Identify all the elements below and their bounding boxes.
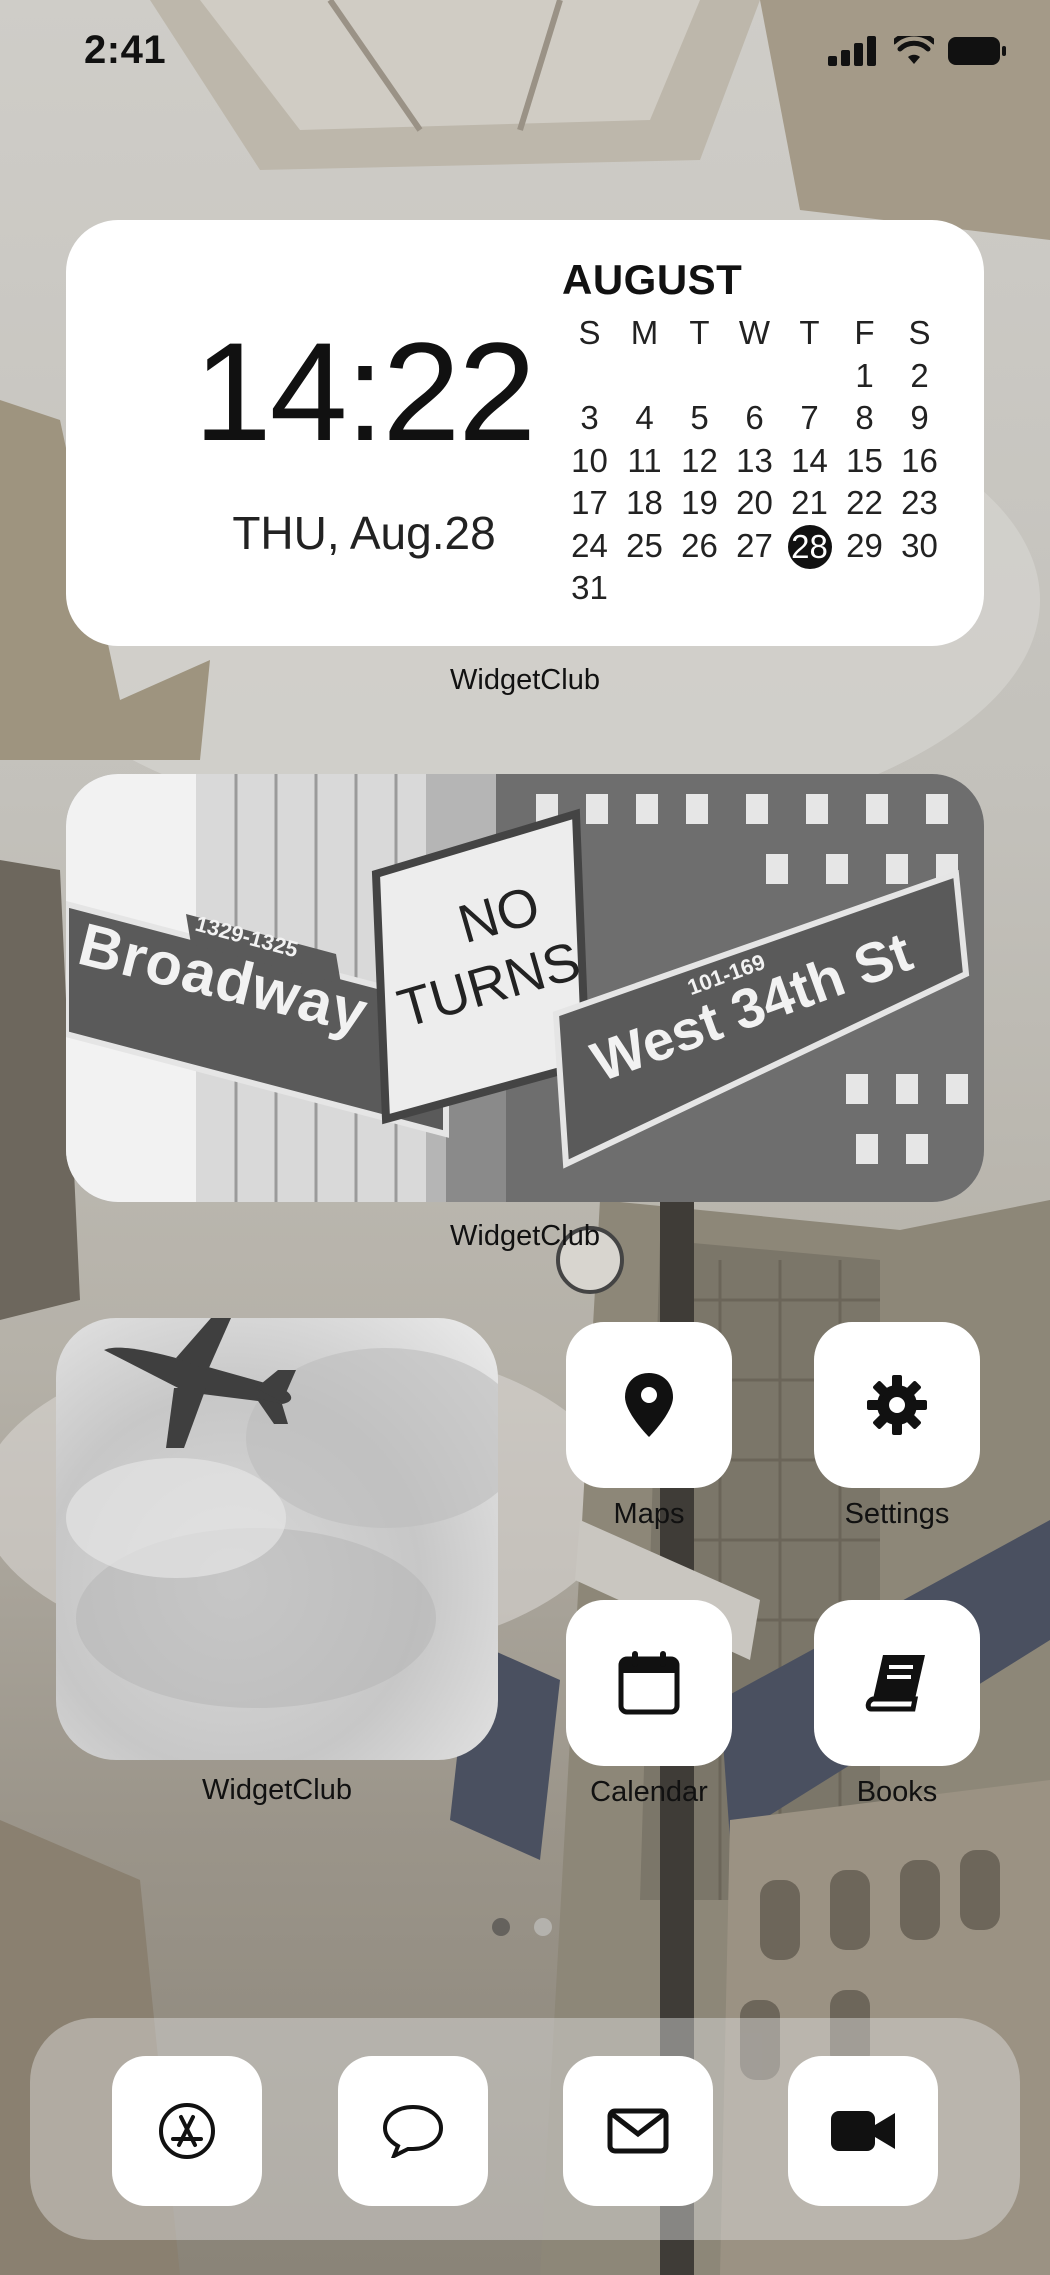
page-indicator[interactable]	[492, 1918, 552, 1936]
page-dot-active[interactable]	[492, 1918, 510, 1936]
settings-app[interactable]: Settings	[814, 1322, 980, 1531]
gear-icon	[867, 1375, 927, 1435]
calendar-weekday: M	[630, 314, 659, 352]
calendar-day[interactable]: 6	[727, 397, 782, 440]
video-camera-icon	[831, 2111, 895, 2151]
calendar-blank	[727, 355, 782, 398]
calendar-month: AUGUST	[562, 256, 743, 303]
calendar-day[interactable]: 24	[562, 525, 617, 568]
calendar-day[interactable]: 7	[782, 397, 837, 440]
calendar-day[interactable]: 25	[617, 525, 672, 568]
calendar-day[interactable]: 2	[892, 355, 947, 398]
calendar-day[interactable]: 12	[672, 440, 727, 483]
maps-app-label: Maps	[613, 1498, 685, 1530]
airplane-sky-widget[interactable]	[56, 1318, 498, 1760]
calendar-day[interactable]: 29	[837, 525, 892, 568]
maps-app-tile[interactable]	[566, 1322, 732, 1488]
calendar-day[interactable]: 23	[892, 482, 947, 525]
calendar-day[interactable]: 3	[562, 397, 617, 440]
calendar-today[interactable]: 28	[787, 524, 832, 569]
calendar-day[interactable]: 8	[837, 397, 892, 440]
message-bubble-icon	[382, 2104, 444, 2158]
clock-date: THU, Aug.28	[232, 507, 496, 559]
calendar-day[interactable]: 1	[837, 355, 892, 398]
books-app[interactable]: Books	[814, 1600, 980, 1809]
sky-widget-label: WidgetClub	[202, 1774, 352, 1806]
calendar-day[interactable]: 30	[892, 525, 947, 568]
cellular-signal-icon	[828, 36, 876, 66]
calendar-day[interactable]: 5	[672, 397, 727, 440]
clock-widget-label: WidgetClub	[450, 664, 600, 696]
calendar-day[interactable]: 19	[672, 482, 727, 525]
settings-app-label: Settings	[844, 1498, 950, 1530]
battery-icon	[948, 37, 1006, 65]
status-bar-icons	[828, 36, 1006, 66]
calendar-weekday: S	[578, 314, 601, 352]
maps-app[interactable]: Maps	[566, 1322, 732, 1531]
calendar-day[interactable]: 31	[562, 567, 617, 610]
calendar-day[interactable]: 26	[672, 525, 727, 568]
mail-dock-button[interactable]	[563, 2056, 713, 2206]
mail-icon	[607, 2108, 669, 2154]
settings-app-tile[interactable]	[814, 1322, 980, 1488]
app-store-dock-button[interactable]	[112, 2056, 262, 2206]
calendar-weekday: S	[908, 314, 931, 352]
calendar-day[interactable]: 13	[727, 440, 782, 483]
airplane-photo	[66, 1318, 498, 1708]
book-icon	[865, 1655, 925, 1712]
books-app-label: Books	[856, 1776, 938, 1808]
calendar-day[interactable]: 22	[837, 482, 892, 525]
calendar-weekday: T	[689, 314, 710, 352]
app-store-icon	[159, 2103, 215, 2159]
dock	[30, 2018, 1020, 2240]
calendar-app[interactable]: Calendar	[566, 1600, 732, 1809]
calendar-day[interactable]: 14	[782, 440, 837, 483]
calendar-day[interactable]: 27	[727, 525, 782, 568]
calendar-app-tile[interactable]	[566, 1600, 732, 1766]
calendar-weekday: T	[799, 314, 820, 352]
calendar-day[interactable]: 21	[782, 482, 837, 525]
calendar-weekday: F	[854, 314, 875, 352]
calendar-weekday: W	[738, 314, 771, 352]
calendar-day[interactable]: 17	[562, 482, 617, 525]
calendar-blank	[672, 355, 727, 398]
calendar-day[interactable]: 4	[617, 397, 672, 440]
messages-dock-button[interactable]	[338, 2056, 488, 2206]
calendar-app-label: Calendar	[590, 1776, 708, 1808]
calendar-grid: S M T W T F S 1 2 3 4 5 6 7 8 9 10 11 12 13 14 15 16 17 18 19 20 21…	[562, 312, 947, 610]
calendar-day[interactable]: 10	[562, 440, 617, 483]
calendar-day[interactable]: 16	[892, 440, 947, 483]
facetime-dock-button[interactable]	[788, 2056, 938, 2206]
calendar-blank	[617, 355, 672, 398]
calendar-day[interactable]: 9	[892, 397, 947, 440]
books-app-tile[interactable]	[814, 1600, 980, 1766]
clock-calendar-widget[interactable]: 14:22 THU, Aug.28 AUGUST SMTWTFS12345678…	[66, 220, 984, 646]
calendar-day[interactable]: 18	[617, 482, 672, 525]
calendar-blank	[562, 355, 617, 398]
calendar-icon	[618, 1651, 680, 1715]
calendar-day[interactable]: 11	[617, 440, 672, 483]
calendar-day[interactable]: 15	[837, 440, 892, 483]
wifi-icon	[894, 36, 934, 64]
calendar-blank	[782, 355, 837, 398]
page-dot[interactable]	[534, 1918, 552, 1936]
status-bar-time: 2:41	[84, 28, 167, 72]
map-pin-icon	[625, 1373, 673, 1437]
photo-widget-label: WidgetClub	[450, 1220, 600, 1252]
calendar-day[interactable]: 20	[727, 482, 782, 525]
clock-time: 14:22	[193, 313, 536, 470]
street-sign-photo-widget[interactable]: Broadway 1329-1325 NO TURNS 101-169 West…	[66, 774, 984, 1202]
